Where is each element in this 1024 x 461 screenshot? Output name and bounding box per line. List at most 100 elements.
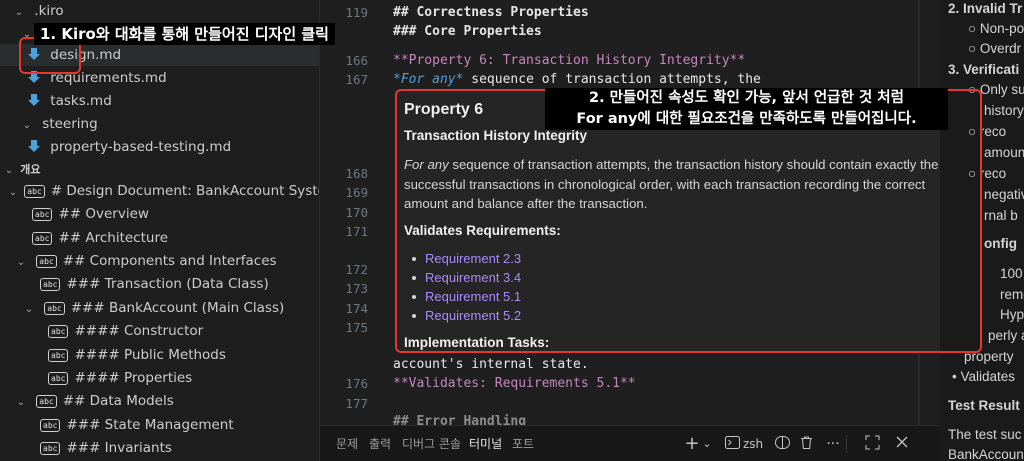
outline-item[interactable]: ⌄ abc ### BankAccount (Main Class) bbox=[0, 297, 319, 319]
tree-file-property-based-testing-md[interactable]: property-based-testing.md bbox=[0, 136, 319, 158]
chevron-down-icon: ⌄ bbox=[24, 304, 34, 315]
chevron-down-icon: ⌄ bbox=[16, 397, 26, 408]
string-symbol-icon: abc bbox=[32, 232, 53, 245]
tab-ports[interactable]: 포트 bbox=[512, 426, 534, 461]
preview-text: BankAccoun bbox=[948, 447, 1024, 461]
outline-label: ## Architecture bbox=[58, 230, 169, 246]
tree-file-tasks-md[interactable]: tasks.md bbox=[0, 90, 319, 112]
outline-item[interactable]: abc ### State Management bbox=[0, 414, 319, 436]
preview-text: The test suc bbox=[948, 427, 1022, 442]
tab-problems[interactable]: 문제 bbox=[336, 426, 358, 461]
outline-label: ### Invariants bbox=[66, 440, 172, 456]
line-number: 167 bbox=[345, 72, 368, 87]
outline-item[interactable]: abc ### Transaction (Data Class) bbox=[0, 273, 319, 295]
add-terminal-button[interactable]: + bbox=[684, 435, 700, 453]
terminal-name[interactable]: zsh bbox=[743, 435, 767, 453]
preview-text: perly a bbox=[988, 328, 1024, 343]
markdown-icon bbox=[28, 140, 40, 152]
string-symbol-icon: abc bbox=[32, 208, 53, 221]
string-symbol-icon: abc bbox=[40, 419, 61, 432]
outline-item[interactable]: abc #### Properties bbox=[0, 367, 319, 389]
preview-text: amoun bbox=[984, 145, 1024, 160]
line-number: 174 bbox=[345, 301, 368, 316]
close-icon[interactable] bbox=[894, 435, 910, 453]
preview-text: 3. Verificati bbox=[948, 62, 1020, 77]
preview-text: onfig bbox=[984, 236, 1017, 251]
line-number: 172 bbox=[345, 262, 368, 277]
string-symbol-icon: abc bbox=[48, 349, 69, 362]
outline-label: ## Overview bbox=[58, 206, 149, 222]
outline-label: ### Transaction (Data Class) bbox=[66, 276, 269, 292]
code-line: ### Core Properties bbox=[393, 24, 542, 39]
preview-text: reme bbox=[1000, 287, 1024, 302]
tree-label: tasks.md bbox=[50, 93, 112, 109]
chevron-down-icon[interactable]: ⌄ bbox=[701, 435, 713, 453]
outline-item[interactable]: abc #### Public Methods bbox=[0, 344, 319, 366]
maximize-panel-icon[interactable] bbox=[864, 435, 880, 453]
tree-folder-steering[interactable]: ⌄ steering bbox=[0, 113, 319, 135]
preview-text: Hyp bbox=[1000, 307, 1024, 322]
tab-debug-console[interactable]: 디버그 콘솔 bbox=[402, 426, 461, 461]
outline-section-header[interactable]: ⌄ 개요 bbox=[0, 158, 319, 180]
line-number: 169 bbox=[345, 185, 368, 200]
chevron-down-icon: ⌄ bbox=[22, 120, 32, 131]
string-symbol-icon: abc bbox=[36, 255, 57, 268]
string-symbol-icon: abc bbox=[40, 442, 61, 455]
outline-label: ### BankAccount (Main Class) bbox=[70, 300, 285, 316]
italic-text: *For any* bbox=[393, 72, 464, 87]
outline-item[interactable]: abc ## Overview bbox=[0, 203, 319, 225]
chevron-down-icon: ⌄ bbox=[4, 165, 14, 176]
string-symbol-icon: abc bbox=[44, 302, 65, 315]
outline-label: #### Properties bbox=[74, 370, 193, 386]
outline-item[interactable]: abc ### Invariants bbox=[0, 437, 319, 459]
tree-folder-kiro[interactable]: ⌄ .kiro bbox=[0, 0, 319, 22]
outline-label: ## Data Models bbox=[62, 393, 174, 409]
outline-item[interactable]: abc ## Architecture bbox=[0, 227, 319, 249]
divider bbox=[846, 435, 847, 453]
code-line: ## Correctness Properties bbox=[393, 5, 589, 20]
tree-label: .kiro bbox=[34, 3, 64, 19]
code-text: sequence of transaction attempts, the bbox=[463, 72, 761, 87]
more-actions-icon[interactable]: ··· bbox=[823, 435, 843, 453]
tree-label: steering bbox=[42, 116, 98, 132]
preview-text: negativ bbox=[984, 187, 1024, 202]
outline-item[interactable]: abc #### Constructor bbox=[0, 320, 319, 342]
preview-text: • Validates bbox=[952, 369, 1016, 384]
outline-label: # Design Document: BankAccount Syste… bbox=[50, 183, 320, 199]
annotation-line: For any에 대한 필요조건을 만족하도록 만들어집니다. bbox=[576, 111, 917, 127]
terminal-icon bbox=[724, 435, 740, 453]
annotation-label-1: 1. Kiro와 대화를 통해 만들어진 디자인 클릭 bbox=[34, 23, 335, 45]
line-number: 171 bbox=[345, 224, 368, 239]
tab-terminal[interactable]: 터미널 bbox=[469, 426, 502, 461]
line-number: 177 bbox=[345, 396, 368, 411]
trash-icon[interactable] bbox=[798, 435, 814, 453]
line-number: 119 bbox=[345, 5, 368, 20]
line-number: 168 bbox=[345, 166, 368, 181]
line-number: 170 bbox=[345, 205, 368, 220]
string-symbol-icon: abc bbox=[24, 185, 45, 198]
preview-text: rnal b bbox=[984, 208, 1018, 223]
split-terminal-icon[interactable] bbox=[774, 435, 790, 453]
string-symbol-icon: abc bbox=[48, 325, 69, 338]
preview-text: 2. Invalid Tr bbox=[948, 1, 1023, 16]
code-line: ## Error Handling bbox=[393, 414, 527, 425]
outline-label: #### Constructor bbox=[74, 323, 204, 339]
outline-item[interactable]: ⌄ abc ## Data Models bbox=[0, 390, 319, 412]
outline-label: ### State Management bbox=[66, 417, 234, 433]
chevron-down-icon: ⌄ bbox=[16, 257, 26, 268]
string-symbol-icon: abc bbox=[48, 372, 69, 385]
markdown-icon bbox=[28, 94, 40, 106]
code-line: *For any* sequence of transaction attemp… bbox=[393, 72, 761, 87]
outline-label: ## Components and Interfaces bbox=[62, 253, 277, 269]
outline-item[interactable]: ⌄ abc ## Components and Interfaces bbox=[0, 250, 319, 272]
outline-label: #### Public Methods bbox=[74, 347, 226, 363]
line-number: 166 bbox=[345, 53, 368, 68]
line-number: 173 bbox=[345, 281, 368, 296]
preview-text: history bbox=[984, 103, 1024, 118]
code-line: **Validates: Requirements 5.1** bbox=[393, 376, 636, 391]
code-line: **Property 6: Transaction History Integr… bbox=[393, 53, 746, 68]
tree-label: property-based-testing.md bbox=[50, 139, 232, 155]
tab-output[interactable]: 출력 bbox=[369, 426, 391, 461]
outline-title: 개요 bbox=[20, 163, 41, 176]
outline-item[interactable]: ⌄ abc # Design Document: BankAccount Syst… bbox=[0, 180, 320, 202]
